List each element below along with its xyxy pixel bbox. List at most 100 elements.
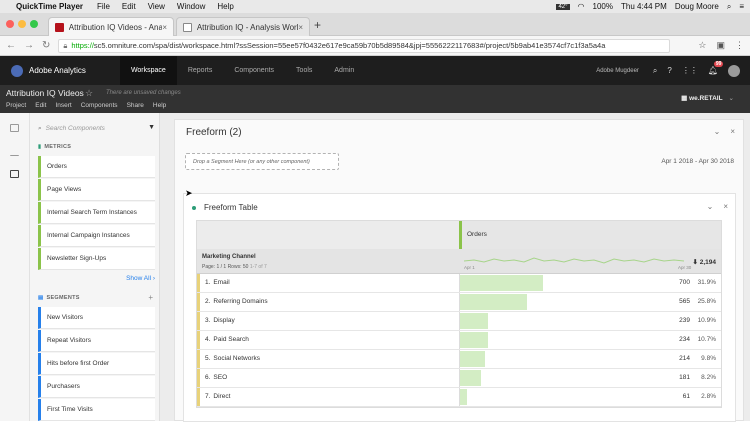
row-metric-cell[interactable]: 234 10.7%	[459, 331, 721, 349]
row-metric-cell[interactable]: 214 9.8%	[459, 350, 721, 368]
maximize-window-icon[interactable]	[30, 20, 38, 28]
segment-item[interactable]: Purchasers	[38, 376, 155, 398]
star-icon[interactable]: ☆	[698, 40, 706, 51]
menu-file[interactable]: File	[97, 2, 110, 11]
metric-item[interactable]: Internal Search Term Instances	[38, 202, 155, 224]
tab-label: Attribution IQ - Analysis Works	[196, 22, 299, 32]
menu-edit[interactable]: Edit	[35, 102, 46, 109]
menu-help[interactable]: Help	[217, 2, 233, 11]
adobe-analytics-logo-icon[interactable]	[11, 64, 23, 77]
list-icon[interactable]: ≡	[739, 2, 744, 11]
row-metric-cell[interactable]: 181 8.2%	[459, 369, 721, 387]
metric-item[interactable]: Newsletter Sign-Ups	[38, 248, 155, 270]
row-label[interactable]: 6. SEO	[197, 369, 459, 387]
menu-insert[interactable]: Insert	[55, 102, 71, 109]
table-row[interactable]: 5. Social Networks 214 9.8%	[197, 350, 721, 369]
avatar[interactable]	[728, 64, 740, 77]
date-range[interactable]: Apr 1 2018 - Apr 30 2018	[661, 158, 734, 165]
minimize-window-icon[interactable]	[18, 20, 26, 28]
row-label[interactable]: 2. Referring Domains	[197, 293, 459, 311]
table-row[interactable]: 7. Direct 61 2.8%	[197, 388, 721, 407]
segment-item[interactable]: First Time Visits	[38, 399, 155, 421]
segment-item[interactable]: New Visitors	[38, 307, 155, 329]
show-all-link[interactable]: Show All ›	[126, 275, 155, 282]
row-label[interactable]: 4. Paid Search	[197, 331, 459, 349]
more-icon[interactable]: ⋮	[735, 40, 744, 51]
segment-item[interactable]: Repeat Visitors	[38, 330, 155, 352]
nav-components[interactable]: Components	[223, 56, 285, 85]
reload-icon[interactable]: ↻	[42, 40, 50, 51]
metric-item[interactable]: Orders	[38, 156, 155, 178]
nav-tools[interactable]: Tools	[285, 56, 323, 85]
table-row[interactable]: 2. Referring Domains 565 25.8%	[197, 293, 721, 312]
favorite-star-icon[interactable]: ☆	[85, 88, 93, 99]
battery-percent[interactable]: 100%	[593, 2, 613, 11]
viz-title[interactable]: Freeform Table	[204, 203, 258, 212]
report-suite-selector[interactable]: ▦ we.RETAIL ⌄	[681, 94, 734, 102]
table-row[interactable]: 1. Email 700 31.9%	[197, 274, 721, 293]
menu-edit[interactable]: Edit	[122, 2, 136, 11]
close-icon[interactable]: ×	[723, 202, 728, 211]
close-icon[interactable]: ×	[730, 127, 735, 136]
row-metric-cell[interactable]: 700 31.9%	[459, 274, 721, 292]
close-tab-icon[interactable]: ×	[162, 23, 167, 32]
nav-admin[interactable]: Admin	[323, 56, 365, 85]
help-icon[interactable]: ?	[667, 66, 671, 75]
nav-workspace[interactable]: Workspace	[119, 56, 177, 85]
metric-column-header[interactable]: Orders	[459, 221, 721, 249]
filter-icon[interactable]: ▼	[148, 124, 155, 131]
page-count: 1-7 of 7	[249, 264, 267, 270]
row-label[interactable]: 3. Display	[197, 312, 459, 330]
close-tab-icon[interactable]: ×	[298, 23, 303, 32]
row-metric-cell[interactable]: 61 2.8%	[459, 388, 721, 406]
browser-tab[interactable]: Attribution IQ - Analysis Works ×	[176, 17, 310, 36]
back-icon[interactable]: ←	[6, 40, 16, 51]
apps-grid-icon[interactable]: ⋮⋮	[682, 66, 698, 75]
row-metric-cell[interactable]: 565 25.8%	[459, 293, 721, 311]
menu-share[interactable]: Share	[127, 102, 144, 109]
row-metric-cell[interactable]: 239 10.9%	[459, 312, 721, 330]
segment-item[interactable]: Hits before first Order	[38, 353, 155, 375]
close-window-icon[interactable]	[6, 20, 14, 28]
menu-window[interactable]: Window	[177, 2, 205, 11]
profile-icon[interactable]: ▣	[716, 40, 725, 51]
menu-project[interactable]: Project	[6, 102, 26, 109]
forward-icon[interactable]: →	[24, 40, 34, 51]
row-label[interactable]: 1. Email	[197, 274, 459, 292]
collapse-chevron-icon[interactable]: ⌄	[707, 202, 714, 211]
search-components-input[interactable]: ⌕ Search Components	[38, 125, 105, 133]
segment-drop-zone[interactable]: Drop a Segment Here (or any other compon…	[185, 153, 339, 170]
browser-tab-active[interactable]: Attribution IQ Videos - Analysis ×	[48, 17, 174, 36]
notifications-bell-icon[interactable]: 🔔︎ 99	[708, 61, 724, 75]
metric-item[interactable]: Internal Campaign Instances	[38, 225, 155, 247]
panels-icon[interactable]	[10, 124, 19, 132]
metrics-header[interactable]: ▮ METRICS	[38, 144, 71, 150]
project-title[interactable]: Attribution IQ Videos	[6, 88, 84, 98]
url-field[interactable]: 🔒︎ https:// sc5.omniture.com/spa/dist/wo…	[58, 38, 671, 53]
menu-help[interactable]: Help	[153, 102, 166, 109]
dimension-name[interactable]: Marketing Channel	[202, 254, 256, 260]
collapse-chevron-icon[interactable]: ⌄	[714, 127, 721, 136]
table-row[interactable]: 6. SEO 181 8.2%	[197, 369, 721, 388]
components-icon[interactable]	[10, 170, 19, 178]
nav-reports[interactable]: Reports	[177, 56, 224, 85]
metric-item[interactable]: Page Views	[38, 179, 155, 201]
visualizations-icon[interactable]	[10, 148, 19, 156]
app-name[interactable]: QuickTime Player	[16, 2, 83, 11]
search-icon[interactable]: ⌕	[727, 2, 731, 12]
wifi-icon[interactable]: ◠	[578, 2, 585, 11]
clock[interactable]: Thu 4:44 PM	[621, 2, 667, 11]
panel-title[interactable]: Freeform (2)	[186, 127, 242, 138]
menu-view[interactable]: View	[148, 2, 165, 11]
menu-components[interactable]: Components	[81, 102, 118, 109]
table-row[interactable]: 4. Paid Search 234 10.7%	[197, 331, 721, 350]
segments-header[interactable]: ▤ SEGMENTS	[38, 295, 80, 301]
add-segment-button[interactable]: +	[148, 293, 153, 302]
user-name[interactable]: Doug Moore	[675, 2, 719, 11]
search-icon[interactable]: ⌕	[653, 66, 657, 76]
row-label[interactable]: 7. Direct	[197, 388, 459, 406]
company-name[interactable]: Adobe Mugdeer	[596, 68, 639, 74]
row-label[interactable]: 5. Social Networks	[197, 350, 459, 368]
table-row[interactable]: 3. Display 239 10.9%	[197, 312, 721, 331]
new-tab-button[interactable]: +	[314, 18, 321, 32]
